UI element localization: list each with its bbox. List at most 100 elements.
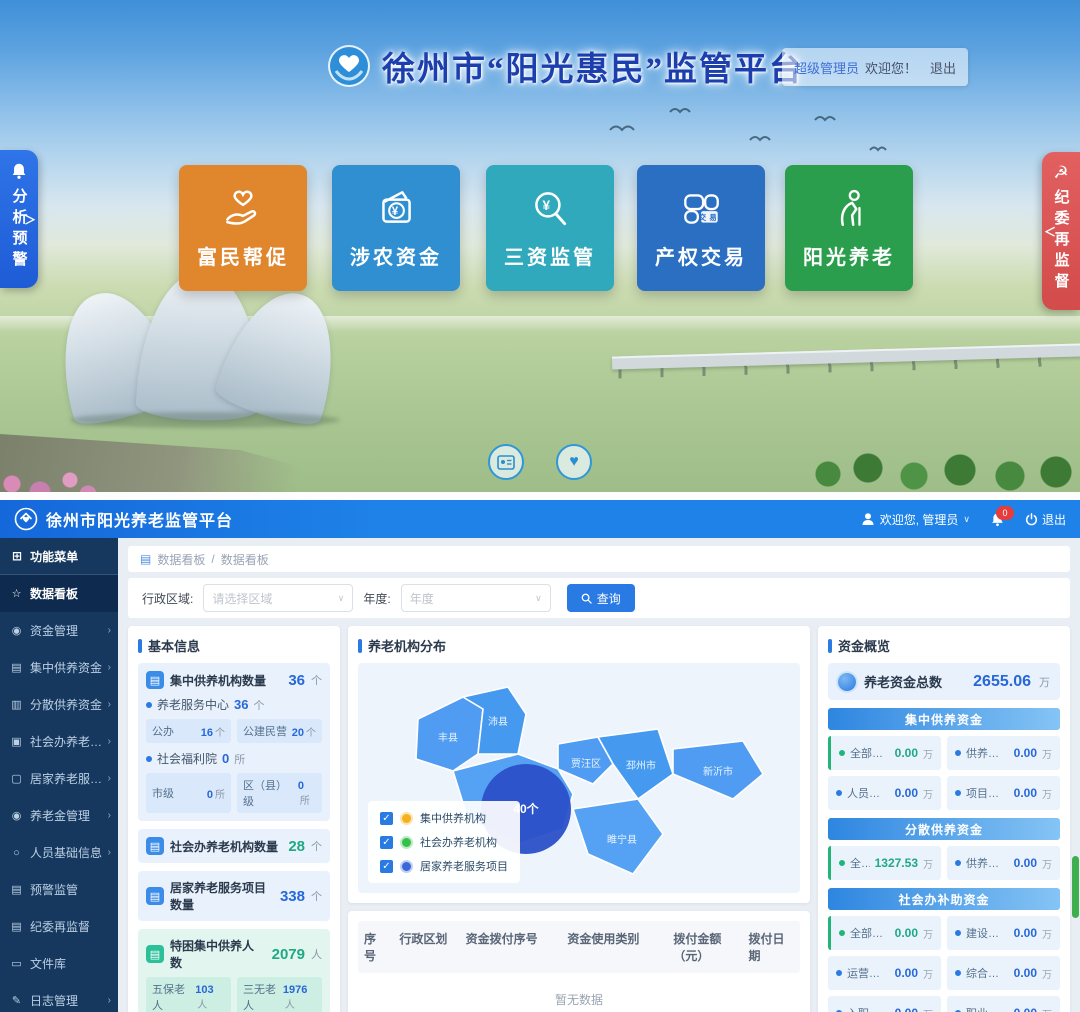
fund-cell: 项目资金 0.00 万 bbox=[947, 776, 1060, 810]
flowers bbox=[0, 462, 100, 492]
sidebar-item-file-library[interactable]: ▭ 文件库 bbox=[0, 945, 118, 982]
region-label: 贾汪区 bbox=[571, 758, 601, 770]
sidebar-item-log-management[interactable]: ✎ 日志管理 › bbox=[0, 982, 118, 1012]
hero-user-box: 超级管理员 欢迎您！ 退出 bbox=[782, 48, 968, 86]
monitor-icon: ▢ bbox=[10, 772, 23, 785]
hero-username: 超级管理员 bbox=[794, 58, 859, 77]
hero-banner: 徐州市“阳光惠民”监管平台 超级管理员 欢迎您！ 退出 富民帮促 ¥ 涉农资金 … bbox=[0, 0, 1080, 492]
xuzhou-map: 40个 丰县 沛县 贾汪区 邳州市 新沂市 睢宁县 bbox=[358, 663, 800, 893]
panel-title: 资金概览 bbox=[828, 636, 1060, 655]
nav-button-sanzi-jianguan[interactable]: ¥ 三资监管 bbox=[486, 165, 614, 291]
fund-cell: 人员工资 0.00 万 bbox=[828, 776, 941, 810]
sidebar-item-home-care-projects[interactable]: ▢ 居家养老服务项目 › bbox=[0, 760, 118, 797]
nav-button-label: 阳光养老 bbox=[803, 241, 895, 270]
col-资金拨付序号: 资金拨付序号 bbox=[460, 930, 562, 964]
sidebar-item-personnel-info[interactable]: ○ 人员基础信息 › bbox=[0, 834, 118, 871]
region-label: 丰县 bbox=[438, 731, 458, 744]
analysis-warning-tab[interactable]: 分析预警 ＞ bbox=[0, 150, 38, 288]
social-marker-icon bbox=[400, 836, 413, 849]
sidebar-item-social-elderly-institutions[interactable]: ▣ 社会办养老机构 › bbox=[0, 723, 118, 760]
star-icon: ☆ bbox=[10, 587, 23, 600]
chevron-right-icon: › bbox=[108, 662, 111, 673]
chip-city-level: 市级 0所 bbox=[146, 773, 231, 813]
nav-button-shenong-zijin[interactable]: ¥ 涉农资金 bbox=[332, 165, 460, 291]
fund-total-card: 养老资金总数 2655.06 万 bbox=[828, 663, 1060, 700]
sidebar-item-decentralized-support-funds[interactable]: ▥ 分散供养资金 › bbox=[0, 686, 118, 723]
sidebar-item-discipline-supervision[interactable]: ▤ 纪委再监督 bbox=[0, 908, 118, 945]
checkbox-checked[interactable]: ✓ bbox=[380, 812, 393, 825]
region-select[interactable]: 请选择区域 ∨ bbox=[203, 584, 353, 612]
chevron-down-icon: ∨ bbox=[338, 593, 345, 604]
display-icon: ▤ bbox=[10, 883, 23, 896]
checkbox-checked[interactable]: ✓ bbox=[380, 836, 393, 849]
sidebar-item-fund-management[interactable]: ◉ 资金管理 › bbox=[0, 612, 118, 649]
chip-public-built-private-run: 公建民营 20个 bbox=[237, 719, 322, 743]
fund-cell: 全部资金 0.00 万 bbox=[828, 916, 941, 950]
briefcase-icon: ▭ bbox=[10, 957, 23, 970]
stat-card-centralized-institutions: ▤ 集中供养机构数量 36 个 养老服务中心 36 个 bbox=[138, 663, 330, 821]
trees bbox=[810, 448, 1080, 492]
fund-overview-panel: 资金概览 养老资金总数 2655.06 万 集中供养资金 全部资金 0.00 bbox=[818, 626, 1070, 1012]
chip-wubao-elderly: 五保老人 103人 bbox=[146, 977, 231, 1012]
hero-logout-button[interactable]: 退出 bbox=[930, 58, 956, 77]
section-banner-decentralized: 分散供养资金 bbox=[828, 818, 1060, 840]
sidebar-item-pension-management[interactable]: ◉ 养老金管理 › bbox=[0, 797, 118, 834]
nav-button-yangguang-yanglao[interactable]: 阳光养老 bbox=[785, 165, 913, 291]
bullet-icon bbox=[839, 860, 845, 866]
chevron-right-icon: › bbox=[108, 773, 111, 784]
bridge bbox=[612, 343, 1080, 369]
user-icon bbox=[861, 512, 875, 526]
doc-badge-icon: ▤ bbox=[146, 837, 164, 855]
bullet-icon bbox=[955, 930, 961, 936]
year-select[interactable]: 年度 ∨ bbox=[401, 584, 551, 612]
institution-map-panel: 养老机构分布 bbox=[348, 626, 810, 903]
search-button[interactable]: 查询 bbox=[567, 584, 635, 612]
checkbox-checked[interactable]: ✓ bbox=[380, 860, 393, 873]
welcome-text: 欢迎您, 管理员 bbox=[880, 511, 959, 528]
nav-button-chanquan-jiaoyi[interactable]: 交易 产权交易 bbox=[637, 165, 765, 291]
fund-cell: 供养资金 0.00 万 bbox=[947, 846, 1060, 880]
sidebar: ⊞ 功能菜单 ☆ 数据看板 ◉ 资金管理 › ▤ 集中供养资金 › ▥ 分散供养… bbox=[0, 538, 118, 1012]
fund-cell: 全部资金 1327.53 万 bbox=[828, 846, 941, 880]
section-banner-social-subsidy: 社会办补助资金 bbox=[828, 888, 1060, 910]
legend-home-care: ✓ 居家养老服务项目 bbox=[380, 858, 508, 874]
sidebar-item-data-dashboard[interactable]: ☆ 数据看板 bbox=[0, 575, 118, 612]
dashboard-logo-icon bbox=[14, 507, 38, 531]
id-card-float-button[interactable] bbox=[488, 444, 524, 480]
discipline-supervision-tab[interactable]: ☭ 纪委再监督 ＜ bbox=[1042, 152, 1080, 310]
chevron-right-icon: › bbox=[108, 810, 111, 821]
user-menu[interactable]: 欢迎您, 管理员 ∨ bbox=[861, 511, 970, 528]
hero-welcome: 欢迎您！ bbox=[865, 58, 917, 77]
region-filter-label: 行政区域: bbox=[142, 590, 193, 607]
centralized-marker-icon bbox=[400, 812, 413, 825]
logout-button[interactable]: 退出 bbox=[1025, 511, 1066, 528]
breadcrumb-root[interactable]: 数据看板 bbox=[157, 551, 205, 568]
notifications-button[interactable]: 0 bbox=[990, 512, 1005, 527]
panel-title: 基本信息 bbox=[138, 636, 330, 655]
sidebar-menu-header: ⊞ 功能菜单 bbox=[0, 538, 118, 575]
nav-button-label: 产权交易 bbox=[655, 241, 747, 270]
fund-cell: 全部资金 0.00 万 bbox=[828, 736, 941, 770]
nav-button-fumin-bangcu[interactable]: 富民帮促 bbox=[179, 165, 307, 291]
middle-column: 养老机构分布 bbox=[348, 626, 810, 1012]
col-拨付日期: 拨付日期 bbox=[743, 930, 800, 964]
chevron-down-icon: ∨ bbox=[535, 593, 542, 604]
notification-badge: 0 bbox=[996, 506, 1014, 520]
bullet-icon bbox=[836, 790, 842, 796]
heart-hands-float-button[interactable]: ♥ bbox=[556, 444, 592, 480]
section-banner-centralized: 集中供养资金 bbox=[828, 708, 1060, 730]
bullet-icon bbox=[839, 930, 845, 936]
section-divider bbox=[0, 492, 1080, 500]
sidebar-item-centralized-support-funds[interactable]: ▤ 集中供养资金 › bbox=[0, 649, 118, 686]
stat-card-centralized-supported-persons: ▤ 特困集中供养人数 2079 人 五保老人 103人 三无老人 bbox=[138, 929, 330, 1012]
map-legend: ✓ 集中供养机构 ✓ 社会办养老机构 ✓ bbox=[368, 801, 520, 883]
sidebar-item-warning-supervision[interactable]: ▤ 预警监管 bbox=[0, 871, 118, 908]
bullet-icon bbox=[955, 860, 961, 866]
folder-icon: ▥ bbox=[10, 698, 23, 711]
chevron-right-icon: › bbox=[108, 625, 111, 636]
region-label: 新沂市 bbox=[703, 765, 733, 778]
bullet-icon bbox=[955, 750, 961, 756]
region-label: 邳州市 bbox=[626, 759, 656, 772]
nav-button-label: 富民帮促 bbox=[197, 241, 289, 270]
scrollbar-thumb[interactable] bbox=[1072, 856, 1079, 918]
